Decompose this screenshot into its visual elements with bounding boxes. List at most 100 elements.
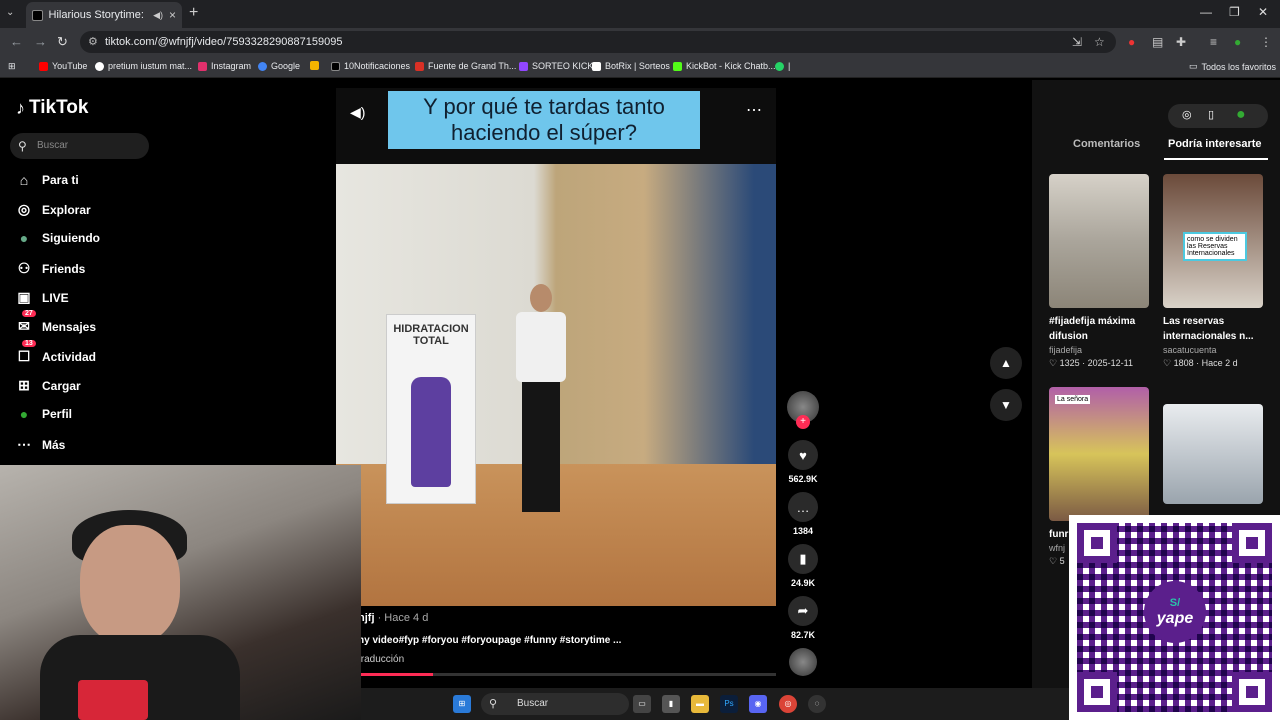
profile-avatar-icon[interactable]: ● (1236, 106, 1246, 124)
guard-shirt (516, 312, 566, 382)
previous-video-chevron-up-icon[interactable]: ▲ (990, 347, 1022, 379)
bookmark-kickbot[interactable]: KickBot - Kick Chatb... (673, 61, 776, 71)
chrome-icon[interactable]: ◎ (779, 695, 797, 713)
site-info-icon[interactable]: ⚙ (88, 31, 98, 53)
video-description[interactable]: ny video#fyp #foryou #foryoupage #funny … (358, 635, 621, 646)
back-icon[interactable]: ← (10, 34, 23, 49)
card-stats: ♡ 1325 · 2025-12-11 (1049, 358, 1133, 368)
install-app-icon[interactable]: ⇲ (1072, 35, 1082, 49)
bookmark-botrix[interactable]: BotRix | Sorteos (592, 61, 670, 71)
minimize-icon[interactable]: — (1200, 5, 1212, 19)
save-action[interactable]: ▮ 24.9K (786, 544, 820, 588)
like-action[interactable]: ♥ 562.9K (786, 440, 820, 484)
bookmark-star-icon[interactable]: ☆ (1094, 35, 1105, 49)
extension-icon[interactable]: ▤ (1152, 35, 1163, 49)
bookmark-instagram[interactable]: Instagram (198, 61, 251, 71)
bookmark-whatsapp[interactable]: | (775, 61, 790, 71)
share-icon[interactable]: ➦ (788, 596, 818, 626)
suggested-video-card[interactable] (1163, 404, 1263, 504)
search-icon: ⚲ (489, 698, 498, 710)
see-translation-link[interactable]: traducción (358, 654, 404, 665)
comment-action[interactable]: … 1384 (786, 492, 820, 536)
bookmark-youtube[interactable]: YouTube (39, 61, 87, 71)
file-explorer-icon[interactable]: ▬ (691, 695, 709, 713)
bookmark-sorteo-kick[interactable]: SORTEO KICK (519, 61, 593, 71)
music-disc[interactable] (786, 648, 820, 676)
yape-logo: S/ yape (1144, 581, 1206, 643)
next-video-chevron-down-icon[interactable]: ▼ (990, 389, 1022, 421)
card-stats: ♡ 1808 · Hace 2 d (1163, 358, 1238, 368)
forward-icon[interactable]: → (34, 34, 47, 49)
creator-avatar-image: + (787, 391, 819, 429)
phone-icon[interactable]: ▯ (1208, 108, 1214, 121)
guard-pants (522, 382, 560, 512)
new-tab-button[interactable]: + (189, 4, 198, 22)
follow-plus-icon[interactable]: + (796, 415, 810, 429)
bookmark-icon[interactable]: ▮ (788, 544, 818, 574)
standee-text: HIDRATACION TOTAL (393, 323, 469, 347)
bookmark-10notificaciones[interactable]: 10Notificaciones (331, 61, 410, 71)
extensions-puzzle-icon[interactable]: ✚ (1176, 35, 1186, 49)
apps-grid-icon[interactable]: ⊞ (8, 61, 16, 72)
task-view-icon[interactable]: ▭ (633, 695, 651, 713)
bookmark-unnamed[interactable] (310, 61, 319, 70)
comment-icon[interactable]: … (788, 492, 818, 522)
following-avatar-icon: ● (19, 230, 29, 246)
tab-close-icon[interactable]: × (169, 8, 176, 22)
nav-item-explorar[interactable]: ◎ Explorar (16, 201, 91, 218)
address-bar[interactable]: ⚙ tiktok.com/@wfnjfj/video/7593328290887… (80, 31, 1116, 53)
nav-item-perfil[interactable]: ● Perfil (16, 406, 72, 422)
video-more-icon[interactable]: ⋯ (746, 100, 762, 120)
browser-tab[interactable]: Hilarious Storytime: Funny V ◀) × (26, 2, 182, 28)
nav-item-mas[interactable]: ⋯ Más (16, 436, 65, 453)
all-favorites-folder[interactable]: ▭ Todos los favoritos (1189, 61, 1276, 72)
creator-avatar[interactable]: + (786, 391, 820, 429)
volume-icon[interactable]: ◀) (350, 104, 365, 121)
tab-might-interest[interactable]: Podría interesarte (1168, 138, 1262, 150)
messages-badge: 27 (22, 310, 36, 317)
bookmark-grand-theft[interactable]: Fuente de Grand Th... (415, 61, 516, 71)
discord-icon[interactable]: ◉ (749, 695, 767, 713)
video-player[interactable]: HIDRATACION TOTAL Y por qué te tardas ta… (336, 88, 776, 606)
tab-audio-icon[interactable]: ◀) (153, 10, 163, 21)
suggested-video-card[interactable]: como se dividen las Reservas Internacion… (1163, 174, 1263, 369)
tiktok-logo[interactable]: ♪ TikTok (16, 97, 88, 119)
reload-icon[interactable]: ↻ (57, 34, 68, 50)
photoshop-icon[interactable]: Ps (720, 695, 738, 713)
close-window-icon[interactable]: ✕ (1258, 5, 1268, 19)
search-icon: ⚲ (18, 139, 27, 153)
heart-icon[interactable]: ♥ (788, 440, 818, 470)
video-author[interactable]: njfj · Hace 4 d (358, 612, 428, 624)
taskbar-search[interactable]: ⚲ Buscar (481, 693, 629, 715)
x-icon (331, 61, 340, 71)
bookmark-google[interactable]: Google (258, 61, 300, 71)
nav-item-actividad[interactable]: ☐ 13 Actividad (16, 340, 96, 365)
app-icon[interactable]: ◌ (808, 695, 826, 713)
extension-red-icon[interactable]: ● (1128, 35, 1135, 49)
browser-menu-icon[interactable]: ⋮ (1260, 35, 1272, 49)
suggested-video-card[interactable]: #fijadefija máxima difusion fijadefija ♡… (1049, 174, 1149, 369)
windows-start-icon[interactable]: ⊞ (453, 695, 471, 713)
video-progress-bar[interactable] (336, 673, 776, 676)
nav-item-live[interactable]: ▣ LIVE (16, 289, 68, 306)
share-action[interactable]: ➦ 82.7K (786, 596, 820, 640)
media-controls-icon[interactable]: ≡ (1210, 35, 1217, 49)
nav-item-siguiendo[interactable]: ● Siguiendo (16, 230, 100, 246)
nav-item-friends[interactable]: ⚇ Friends (16, 260, 86, 277)
compass-icon[interactable]: ◎ (1182, 108, 1192, 121)
nav-item-mensajes[interactable]: ✉ 27 Mensajes (16, 310, 96, 335)
tiktok-note-icon: ♪ (16, 97, 25, 118)
profile-avatar-icon[interactable]: ● (1234, 35, 1241, 49)
tab-comments[interactable]: Comentarios (1073, 138, 1140, 150)
search-input[interactable]: ⚲ Buscar (10, 133, 149, 159)
bottle (411, 377, 451, 487)
restore-icon[interactable]: ❐ (1229, 5, 1240, 19)
hydration-standee: HIDRATACION TOTAL (386, 314, 476, 504)
tab-search-chevron-icon[interactable]: ⌄ (6, 7, 14, 18)
kickbot-icon (673, 61, 682, 71)
nav-item-cargar[interactable]: ⊞ Cargar (16, 377, 81, 394)
bookmark-pretium[interactable]: pretium iustum mat... (95, 61, 192, 71)
app-icon[interactable]: ▮ (662, 695, 680, 713)
nav-item-para-ti[interactable]: ⌂ Para ti (16, 172, 79, 188)
colorful-bookmark-icon (310, 61, 319, 70)
